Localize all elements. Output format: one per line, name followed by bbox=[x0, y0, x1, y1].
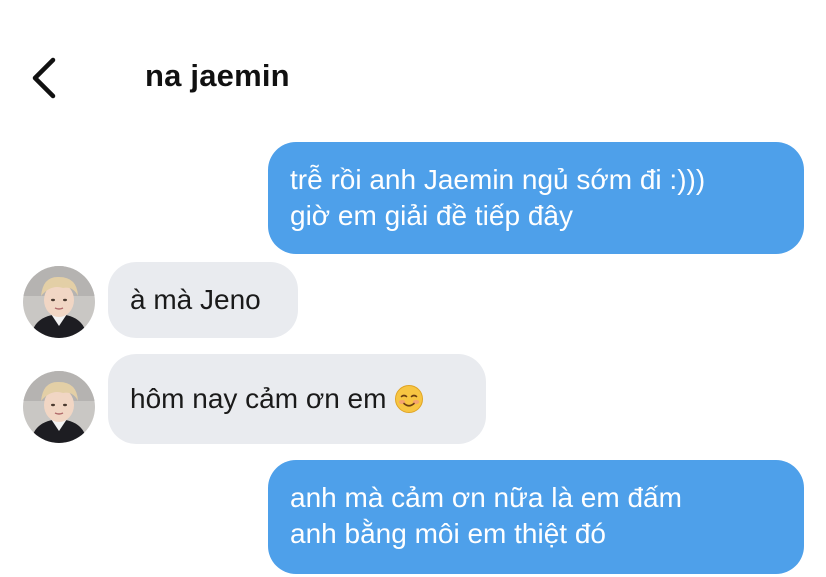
message-text-line: anh bằng môi em thiệt đó bbox=[290, 518, 606, 549]
outgoing-message-bubble[interactable]: anh mà cảm ơn nữa là em đấm anh bằng môi… bbox=[268, 460, 804, 574]
message-text-line: anh mà cảm ơn nữa là em đấm bbox=[290, 482, 682, 513]
message-text-line: giờ em giải đề tiếp đây bbox=[290, 200, 573, 231]
incoming-message-bubble[interactable]: à mà Jeno bbox=[108, 262, 298, 338]
chat-header: na jaemin bbox=[0, 40, 826, 116]
contact-avatar[interactable] bbox=[23, 266, 95, 338]
message-text-line: trễ rồi anh Jaemin ngủ sớm đi :))) bbox=[290, 164, 706, 195]
contact-avatar[interactable] bbox=[23, 371, 95, 443]
back-button[interactable] bbox=[22, 56, 66, 100]
message-text: hôm nay cảm ơn em bbox=[130, 383, 387, 414]
message-text: à mà Jeno bbox=[130, 284, 261, 315]
smiling-blush-emoji-icon bbox=[394, 384, 424, 414]
outgoing-message-bubble[interactable]: trễ rồi anh Jaemin ngủ sớm đi :))) giờ e… bbox=[268, 142, 804, 254]
chevron-left-icon bbox=[32, 57, 56, 99]
chat-screen: na jaemin trễ rồi anh Jaemin ngủ sớm đi … bbox=[0, 0, 826, 577]
incoming-message-bubble[interactable]: hôm nay cảm ơn em bbox=[108, 354, 486, 444]
contact-name[interactable]: na jaemin bbox=[145, 58, 290, 94]
